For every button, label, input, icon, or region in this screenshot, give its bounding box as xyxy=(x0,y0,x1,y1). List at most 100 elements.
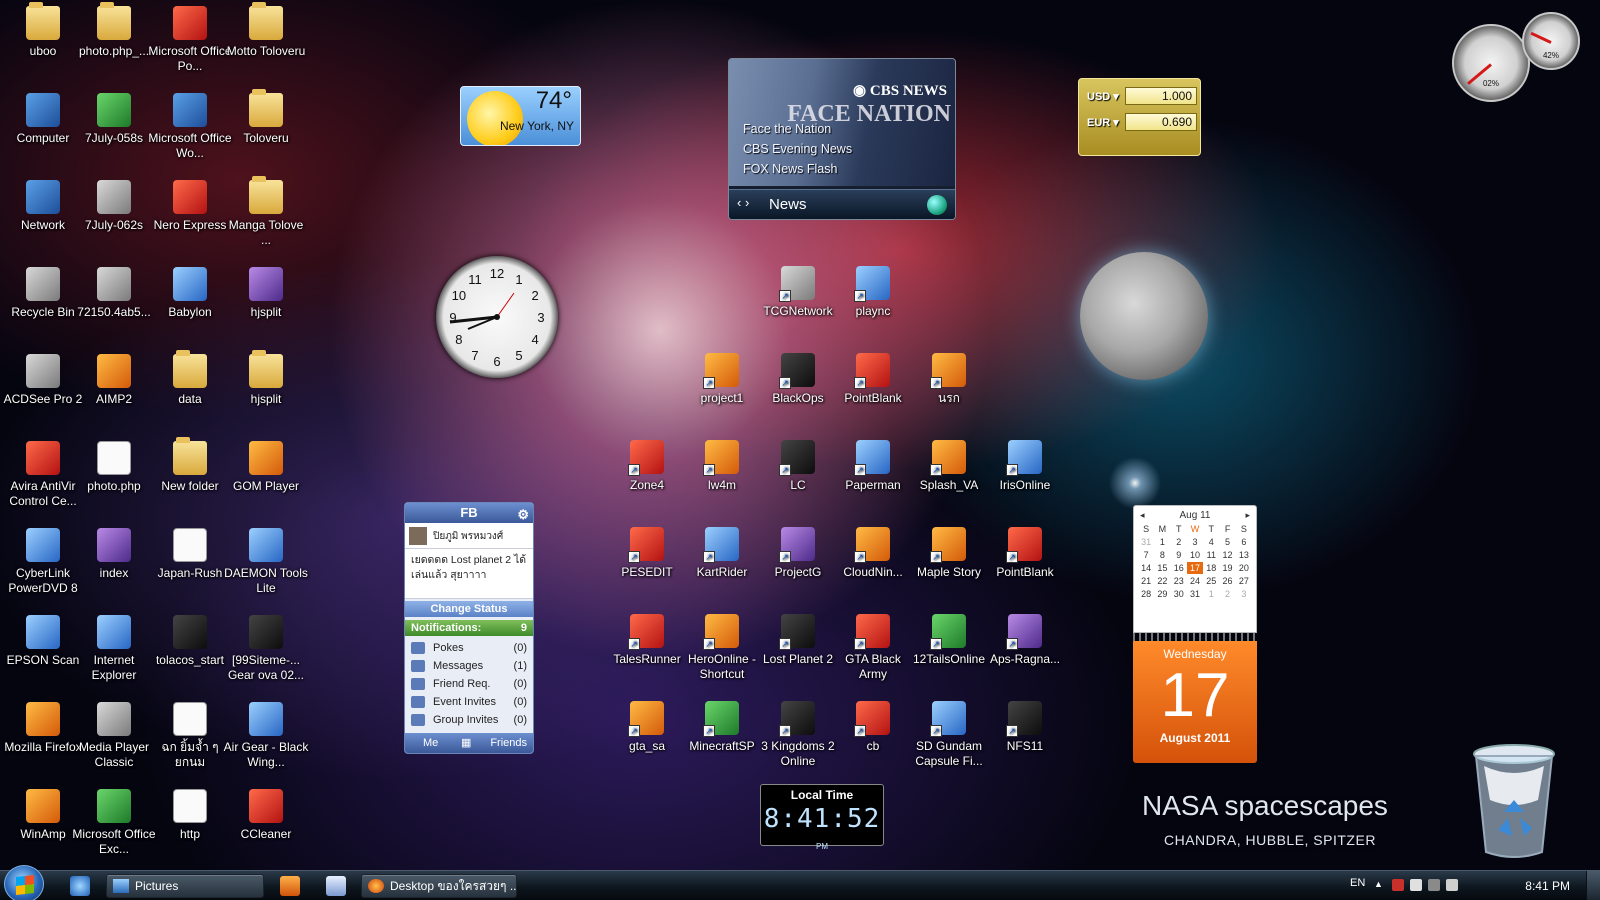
calendar-day-cell[interactable]: 13 xyxy=(1236,549,1252,561)
currency-value[interactable]: 0.690 xyxy=(1125,113,1197,131)
local-time-gadget[interactable]: Local Time 8:41:52 PM xyxy=(760,784,884,851)
calendar-day-cell[interactable]: 10 xyxy=(1187,549,1203,561)
calendar-day-cell[interactable]: 2 xyxy=(1171,536,1187,548)
tray-clock[interactable]: 8:41 PM xyxy=(1525,879,1570,893)
calendar-day-cell[interactable]: 6 xyxy=(1236,536,1252,548)
change-status-button[interactable]: Change Status xyxy=(405,601,533,617)
calendar-day-cell[interactable]: 15 xyxy=(1154,562,1170,574)
game-shortcut[interactable]: ↗ MinecraftSP xyxy=(679,701,765,754)
calendar-day-cell[interactable]: 3 xyxy=(1236,588,1252,600)
weather-gadget[interactable]: 74° New York, NY xyxy=(460,86,581,146)
desktop-icon[interactable]: 72150.4ab5... xyxy=(71,267,157,320)
friends-button[interactable]: Friends xyxy=(490,733,527,753)
facebook-gadget[interactable]: FB ⚙ ปิยภูมิ พรหมวงศ์ เยดดดด Lost planet… xyxy=(404,502,534,754)
recycle-bin-icon[interactable] xyxy=(1468,740,1560,862)
desktop-icon[interactable]: New folder xyxy=(147,437,233,494)
facebook-user[interactable]: ปิยภูมิ พรหมวงศ์ xyxy=(405,523,533,549)
game-shortcut[interactable]: ↗ PointBlank xyxy=(830,353,916,406)
desktop-icon[interactable]: Nero Express xyxy=(147,180,233,233)
desktop-icon[interactable]: Air Gear - Black Wing... xyxy=(223,702,309,770)
game-shortcut[interactable]: ↗ LC xyxy=(755,440,841,493)
currency-value[interactable]: 1.000 xyxy=(1125,87,1197,105)
game-shortcut[interactable]: ↗ SD Gundam Capsule Fi... xyxy=(906,701,992,769)
desktop-icon[interactable]: Motto Toloveru xyxy=(223,2,309,59)
desktop-icon[interactable]: Internet Explorer xyxy=(71,615,157,683)
cpu-meter-gadget[interactable]: 02% xyxy=(1452,24,1530,102)
desktop-icon[interactable]: Japan-Rush xyxy=(147,528,233,581)
desktop-icon[interactable]: hjsplit xyxy=(223,350,309,407)
internet-explorer-icon[interactable] xyxy=(70,876,90,896)
me-button[interactable]: Me xyxy=(423,733,438,753)
game-shortcut[interactable]: ↗ PESEDIT xyxy=(604,527,690,580)
chevron-up-icon[interactable]: ▲ xyxy=(1374,879,1386,891)
moon-gadget[interactable] xyxy=(1080,252,1208,380)
game-shortcut[interactable]: ↗ CloudNin... xyxy=(830,527,916,580)
calendar-day-cell[interactable]: 26 xyxy=(1219,575,1235,587)
game-shortcut[interactable]: ↗ ProjectG xyxy=(755,527,841,580)
game-shortcut[interactable]: ↗ GTA Black Army xyxy=(830,614,916,682)
desktop-icon[interactable]: Manga Tolove ... xyxy=(223,176,309,248)
facebook-item-event-invites[interactable]: Event Invites (0) xyxy=(409,693,529,711)
game-shortcut[interactable]: ↗ นรก xyxy=(906,353,992,406)
news-item[interactable]: FOX News Flash xyxy=(743,159,852,179)
currency-select[interactable]: USD ▾ xyxy=(1087,90,1119,103)
game-shortcut[interactable]: ↗ Paperman xyxy=(830,440,916,493)
calendar-day-cell[interactable]: 4 xyxy=(1203,536,1219,548)
calendar-day-cell[interactable]: 20 xyxy=(1236,562,1252,574)
news-nav-arrows[interactable]: ‹ › xyxy=(737,195,749,210)
calendar-day-cell[interactable]: 24 xyxy=(1187,575,1203,587)
calendar-day-cell[interactable]: 23 xyxy=(1171,575,1187,587)
calendar-day-cell[interactable]: 19 xyxy=(1219,562,1235,574)
game-shortcut[interactable]: ↗ PointBlank xyxy=(982,527,1068,580)
globe-icon[interactable] xyxy=(927,195,947,215)
facebook-item-group-invites[interactable]: Group Invites (0) xyxy=(409,711,529,729)
desktop-icon[interactable]: tolacos_start xyxy=(147,615,233,668)
calendar-day-cell[interactable]: 12 xyxy=(1219,549,1235,561)
desktop-icon[interactable]: Microsoft Office Wo... xyxy=(147,93,233,161)
calendar-day-cell[interactable]: 31 xyxy=(1187,588,1203,600)
game-shortcut[interactable]: ↗ NFS11 xyxy=(982,701,1068,754)
game-shortcut[interactable]: ↗ BlackOps xyxy=(755,353,841,406)
calendar-day-cell[interactable]: 5 xyxy=(1219,536,1235,548)
calendar-day-cell[interactable]: 22 xyxy=(1154,575,1170,587)
game-shortcut[interactable]: ↗ project1 xyxy=(679,353,765,406)
chevron-right-icon[interactable]: ▸ xyxy=(1245,510,1250,521)
desktop-icon[interactable]: Babylon xyxy=(147,267,233,320)
calendar-day-cell[interactable]: 2 xyxy=(1219,588,1235,600)
desktop-icon[interactable]: [99Siteme-... Gear ova 02... xyxy=(223,615,309,683)
currency-gadget[interactable]: USD ▾ 1.000 EUR ▾ 0.690 xyxy=(1078,78,1201,156)
desktop-icon[interactable]: 7July-062s xyxy=(71,180,157,233)
game-shortcut[interactable]: ↗ cb xyxy=(830,701,916,754)
facebook-item-messages[interactable]: Messages (1) xyxy=(409,657,529,675)
calendar-day-cell[interactable]: 1 xyxy=(1154,536,1170,548)
news-gadget[interactable]: ◉ CBS NEWS FACE NATION Face the Nation C… xyxy=(728,58,956,220)
desktop-icon[interactable]: index xyxy=(71,528,157,581)
calendar-day-cell[interactable]: 25 xyxy=(1203,575,1219,587)
desktop-icon[interactable]: http xyxy=(147,789,233,842)
game-shortcut[interactable]: ↗ 12TailsOnline xyxy=(906,614,992,667)
calendar-day-cell[interactable]: 14 xyxy=(1138,562,1154,574)
game-shortcut[interactable]: ↗ TCGNetwork xyxy=(755,266,841,319)
task-firefox[interactable]: Desktop ของใครสวยๆ ... xyxy=(361,874,517,898)
calendar-day-cell[interactable]: 16 xyxy=(1171,562,1187,574)
desktop-icon[interactable]: Media Player Classic xyxy=(71,702,157,770)
network-icon[interactable] xyxy=(1410,879,1422,891)
desktop-icon[interactable]: AIMP2 xyxy=(71,354,157,407)
media-player-icon[interactable] xyxy=(280,876,300,896)
game-shortcut[interactable]: ↗ Aps-Ragna... xyxy=(982,614,1068,667)
notifications-bar[interactable]: Notifications: 9 xyxy=(405,620,533,636)
game-shortcut[interactable]: ↗ KartRider xyxy=(679,527,765,580)
calendar-day-cell[interactable]: 3 xyxy=(1187,536,1203,548)
game-shortcut[interactable]: ↗ 3 Kingdoms 2 Online xyxy=(755,701,841,769)
task-pictures[interactable]: Pictures xyxy=(106,874,264,898)
game-shortcut[interactable]: ↗ plaync xyxy=(830,266,916,319)
calendar-day-cell[interactable]: 9 xyxy=(1171,549,1187,561)
game-shortcut[interactable]: ↗ gta_sa xyxy=(604,701,690,754)
desktop-icon[interactable]: DAEMON Tools Lite xyxy=(223,528,309,596)
calendar-gadget[interactable]: ◂ Aug 11 ▸ S M T W T F S 31 1 2 3 4 5 6 7 8 9 10 11 12 13 14 1… xyxy=(1133,505,1257,763)
calendar-day-cell[interactable]: 1 xyxy=(1203,588,1219,600)
game-shortcut[interactable]: ↗ Zone4 xyxy=(604,440,690,493)
desktop-icon[interactable]: photo.php xyxy=(71,441,157,494)
desktop-icon[interactable]: ฉก ยิ้มจ้ำ ๆ ยกนม xyxy=(147,702,233,770)
chevron-left-icon[interactable]: ◂ xyxy=(1140,510,1145,521)
